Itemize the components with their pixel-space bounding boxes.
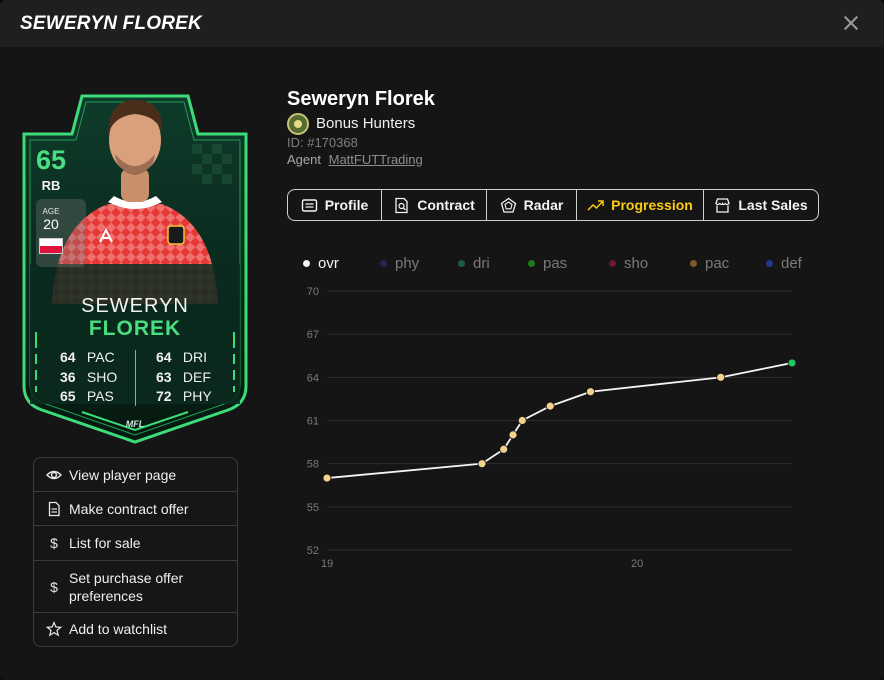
y-tick-label: 55 [307, 502, 319, 514]
y-tick-label: 61 [307, 416, 319, 428]
data-point[interactable] [586, 387, 595, 397]
close-icon[interactable] [840, 12, 862, 34]
card-position: RB [41, 178, 61, 193]
data-point[interactable] [499, 444, 509, 454]
chart-plot: 52 55 58 61 64 67 70 19 20 [307, 286, 797, 570]
y-tick-label: 64 [307, 372, 319, 384]
list-for-sale-button[interactable]: $ List for sale [34, 526, 237, 561]
card-brand: MFL [126, 419, 145, 429]
age-label: AGE [42, 207, 60, 216]
svg-text:$: $ [50, 535, 58, 551]
profile-icon [301, 198, 317, 212]
tab-progression[interactable]: Progression [577, 190, 704, 220]
star-icon [46, 621, 62, 637]
svg-text:$: $ [50, 579, 58, 595]
card-last-name: FLOREK [88, 317, 182, 340]
modal-header: SEWERYN FLOREK [0, 0, 884, 47]
action-label: Add to watchlist [69, 621, 168, 637]
age-value: 20 [43, 216, 59, 232]
tab-label: Profile [324, 197, 369, 213]
player-card: MFL 65 RB AGE 20 SEWERYN FLOREK 64 PAC 3… [22, 74, 248, 446]
modal-title: SEWERYN FLOREK [20, 13, 202, 34]
y-tick-label: 67 [307, 329, 319, 341]
club-logo-icon [287, 113, 309, 135]
store-icon [715, 197, 731, 213]
document-icon [48, 501, 60, 517]
add-to-watchlist-button[interactable]: Add to watchlist [34, 613, 237, 646]
data-point[interactable] [545, 401, 555, 411]
tab-label: Radar [523, 197, 564, 213]
stats-right: 64 DRI 63 DEF 72 PHY [156, 348, 212, 407]
stat-pas: 65 PAS [60, 388, 114, 404]
data-point[interactable] [517, 416, 527, 425]
x-tick-label: 20 [631, 558, 643, 570]
stat-def: 63 DEF [156, 368, 211, 385]
y-tick-label: 58 [307, 459, 319, 471]
tab-last-sales[interactable]: Last Sales [704, 190, 818, 220]
contract-icon [395, 197, 408, 213]
player-modal: SEWERYN FLOREK MFL 65 RB AGE 20 SEWERYN … [0, 0, 884, 680]
action-label: List for sale [69, 535, 141, 551]
card-first-name: SEWERYN [81, 295, 189, 317]
tab-radar[interactable]: Radar [487, 190, 577, 220]
action-label: Set purchase offer preferences [69, 570, 184, 604]
player-actions: View player page Make contract offer $ L… [33, 457, 238, 647]
action-label: Make contract offer [69, 501, 189, 517]
stats-left: 64 PAC 36 SHO 65 PAS [60, 348, 117, 407]
trending-up-icon [587, 199, 604, 211]
set-purchase-offer-preferences-button[interactable]: $ Set purchase offer preferences [34, 561, 237, 613]
club-name[interactable]: Bonus Hunters [316, 115, 415, 132]
card-overall: 65 [35, 145, 67, 175]
tab-label: Contract [417, 197, 475, 213]
action-label: View player page [69, 467, 177, 483]
player-tabs: Profile Contract Radar Progression Last … [287, 189, 819, 221]
data-point[interactable] [716, 372, 726, 382]
progression-chart: ovr phy dri pas sho pac def 52 55 58 61 64 67 70 19 20 [290, 248, 820, 578]
tab-profile[interactable]: Profile [288, 190, 382, 220]
data-point[interactable] [508, 430, 518, 440]
tab-label: Progression [611, 197, 693, 213]
data-point[interactable] [322, 473, 332, 483]
view-player-page-button[interactable]: View player page [34, 458, 237, 492]
stat-phy: 72 PHY [156, 388, 212, 404]
poland-flag-icon [39, 238, 63, 254]
agent-link[interactable]: MattFUTTrading [329, 152, 423, 167]
radar-icon [500, 197, 516, 213]
tab-label: Last Sales [738, 197, 808, 213]
stat-dri: 64 DRI [156, 349, 208, 365]
tab-contract[interactable]: Contract [382, 190, 487, 220]
dollar-icon: $ [50, 579, 58, 595]
stat-divider [135, 350, 136, 406]
stat-sho: 36 SHO [60, 368, 118, 385]
data-point[interactable] [477, 459, 487, 469]
agent-row: Agent MattFUTTrading [287, 152, 423, 167]
player-name: Seweryn Florek [287, 88, 435, 110]
data-point[interactable] [787, 358, 797, 368]
make-contract-offer-button[interactable]: Make contract offer [34, 492, 237, 526]
player-id: ID: #170368 [287, 135, 358, 150]
x-tick-label: 19 [321, 558, 333, 570]
y-tick-label: 52 [307, 545, 319, 557]
stat-pac: 64 PAC [60, 349, 115, 365]
y-tick-label: 70 [307, 286, 319, 298]
eye-icon [46, 470, 62, 480]
dollar-icon: $ [50, 535, 58, 551]
agent-label: Agent [287, 152, 321, 167]
